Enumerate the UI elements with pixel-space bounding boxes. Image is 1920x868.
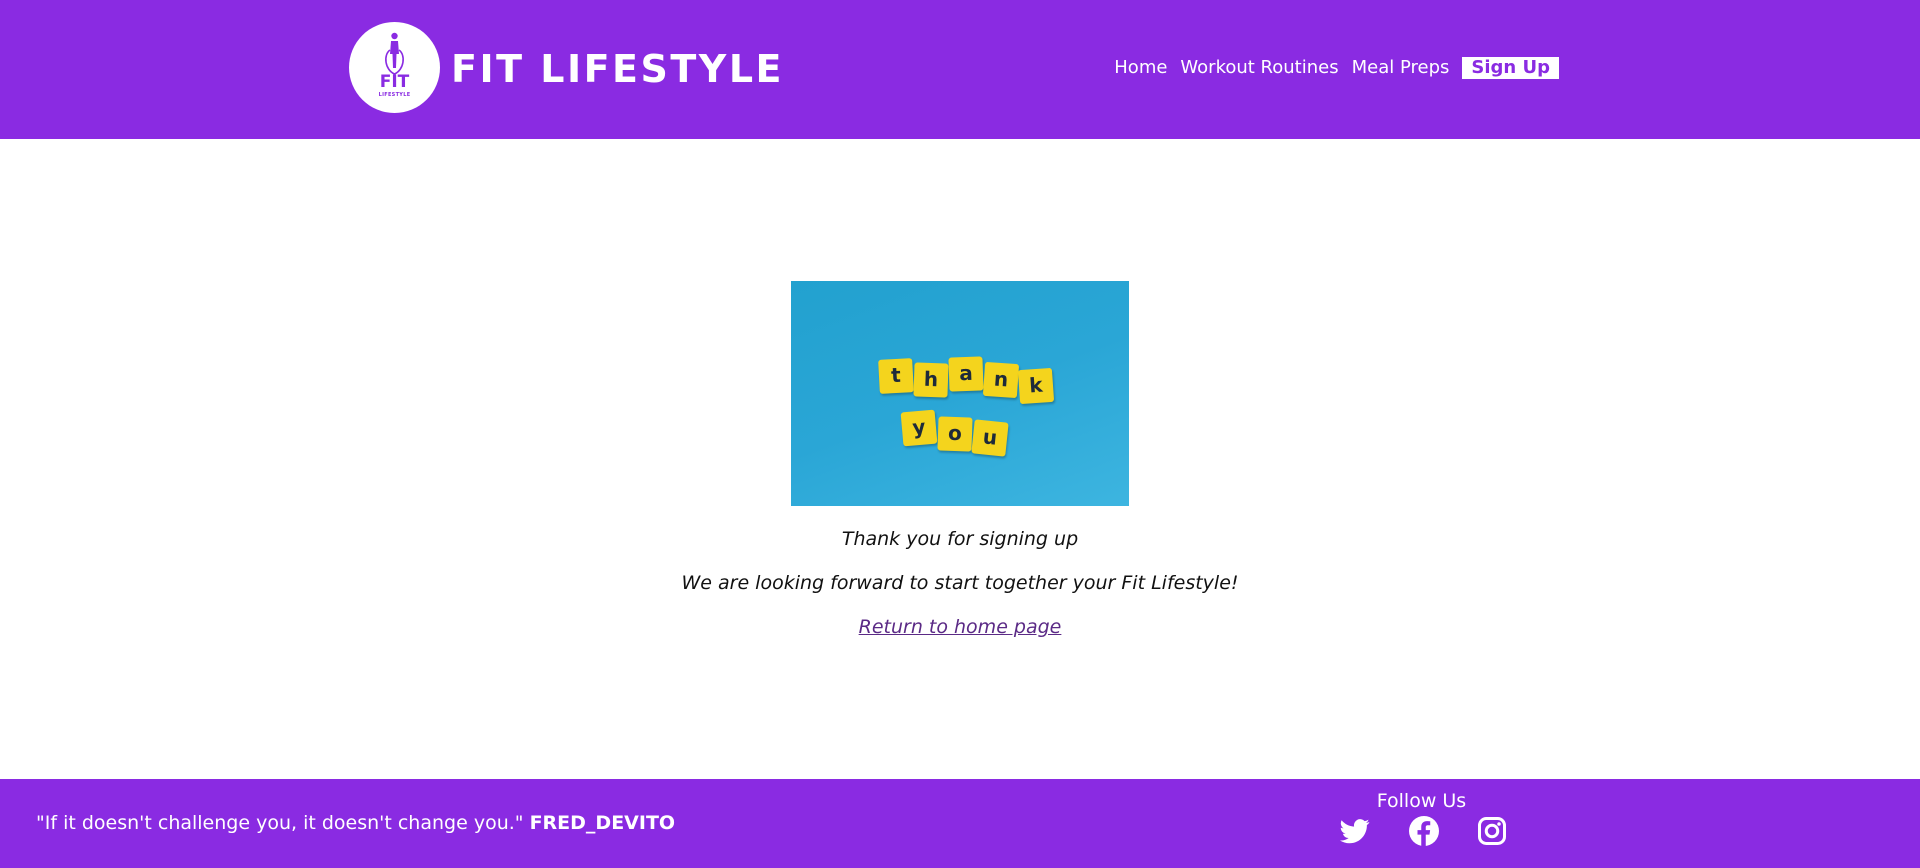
footer-quote: "If it doesn't challenge you, it doesn't… (36, 812, 675, 834)
letter-tile: a (948, 356, 984, 392)
letter-tile: h (913, 362, 949, 398)
thank-you-message: Thank you for signing up (841, 528, 1079, 550)
site-footer: "If it doesn't challenge you, it doesn't… (0, 779, 1920, 868)
welcome-message: We are looking forward to start together… (681, 572, 1239, 594)
thank-you-image: t h a n k y o u (791, 281, 1129, 506)
site-logo[interactable]: FIT LIFESTYLE (349, 22, 440, 113)
nav-meal-preps-link[interactable]: Meal Preps (1352, 57, 1450, 79)
letter-tile: t (878, 358, 914, 394)
quote-text: "If it doesn't challenge you, it doesn't… (36, 812, 524, 834)
return-link-container: Return to home page (0, 616, 1920, 638)
logo-text: FIT (379, 72, 410, 92)
main-nav: Home Workout Routines Meal Preps Sign Up (1114, 57, 1559, 79)
facebook-icon[interactable] (1409, 816, 1439, 846)
nav-workout-routines-link[interactable]: Workout Routines (1180, 57, 1338, 79)
brand-title: FIT LIFESTYLE (451, 47, 784, 91)
twitter-icon[interactable] (1340, 816, 1370, 846)
letter-tile: k (1017, 367, 1055, 405)
letter-tile: o (937, 416, 973, 452)
letter-tile: y (900, 409, 938, 447)
letter-tile: n (982, 361, 1020, 399)
return-home-link[interactable]: Return to home page (859, 616, 1062, 638)
site-header: FIT LIFESTYLE FIT LIFESTYLE Home Workout… (0, 0, 1920, 139)
letter-tile: u (971, 419, 1009, 457)
quote-author: FRED_DEVITO (529, 812, 676, 834)
instagram-icon[interactable] (1477, 816, 1507, 846)
jump-rope-figure-icon (385, 32, 404, 75)
logo-subtext: LIFESTYLE (378, 92, 411, 98)
follow-us-label: Follow Us (1376, 790, 1467, 812)
nav-home-link[interactable]: Home (1114, 57, 1167, 79)
nav-sign-up-button[interactable]: Sign Up (1462, 57, 1559, 79)
